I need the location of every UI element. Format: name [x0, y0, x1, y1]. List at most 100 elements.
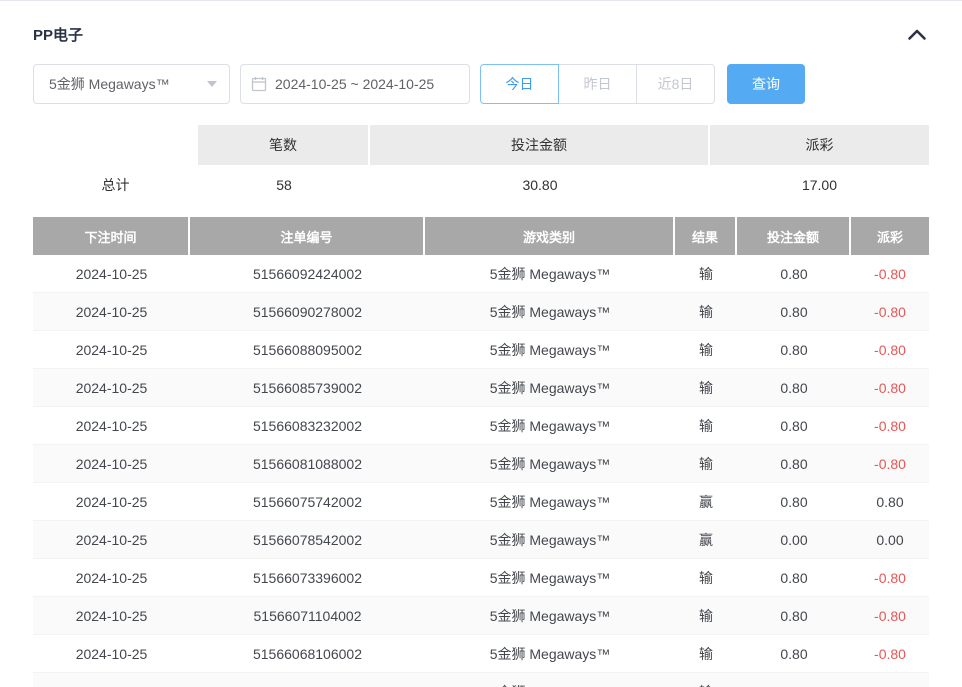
panel-header: PP电子: [33, 21, 929, 47]
search-button[interactable]: 查询: [727, 64, 805, 104]
column-header-bet-time: 下注时间: [33, 217, 190, 255]
cell-game-type: 5金狮 Megaways™: [425, 293, 675, 331]
cell-bet-amount: 0.80: [737, 597, 851, 635]
cell-game-type: 5金狮 Megaways™: [425, 369, 675, 407]
summary-header-bet-amount: 投注金额: [370, 125, 710, 165]
cell-game-type: 5金狮 Megaways™: [425, 673, 675, 687]
cell-payout: -0.80: [851, 407, 929, 445]
table-row: 2024-10-25515660757420025金狮 Megaways™赢0.…: [33, 483, 929, 521]
cell-result: 输: [675, 255, 737, 293]
column-header-bet-amount: 投注金额: [737, 217, 851, 255]
cell-bet-time: 2024-10-25: [33, 635, 190, 673]
cell-bet-time: 2024-10-25: [33, 559, 190, 597]
summary-total-payout: 17.00: [710, 165, 929, 205]
records-table: 下注时间 注单编号 游戏类别 结果 投注金额 派彩 2024-10-255156…: [33, 217, 929, 687]
cell-order-id: 51566090278002: [190, 293, 425, 331]
cell-result: 输: [675, 635, 737, 673]
summary-header-blank: [33, 125, 198, 165]
cell-bet-amount: 0.80: [737, 293, 851, 331]
cell-bet-amount: 0.80: [737, 331, 851, 369]
cell-game-type: 5金狮 Megaways™: [425, 559, 675, 597]
cell-result: 输: [675, 673, 737, 687]
cell-bet-amount: 0.00: [737, 521, 851, 559]
cell-order-id: 51566092424002: [190, 255, 425, 293]
table-row: 2024-10-25515660681060025金狮 Megaways™输0.…: [33, 635, 929, 673]
cell-game-type: 5金狮 Megaways™: [425, 597, 675, 635]
cell-bet-time: 2024-10-25: [33, 445, 190, 483]
table-row: 2024-10-25515660880950025金狮 Megaways™输0.…: [33, 331, 929, 369]
cell-result: 输: [675, 369, 737, 407]
cell-bet-amount: 0.80: [737, 445, 851, 483]
date-range-value: 2024-10-25 ~ 2024-10-25: [275, 76, 434, 92]
cell-payout: -0.80: [851, 369, 929, 407]
cell-result: 输: [675, 445, 737, 483]
table-row: 2024-10-25515660857390025金狮 Megaways™输0.…: [33, 369, 929, 407]
table-row: 2024-10-25515660924240025金狮 Megaways™输0.…: [33, 255, 929, 293]
table-row: 2024-10-25515660832320025金狮 Megaways™输0.…: [33, 407, 929, 445]
calendar-icon: [251, 76, 267, 92]
cell-payout: -0.80: [851, 255, 929, 293]
cell-bet-time: 2024-10-25: [33, 293, 190, 331]
cell-bet-amount: 0.80: [737, 407, 851, 445]
cell-result: 输: [675, 559, 737, 597]
chevron-up-icon[interactable]: [905, 22, 929, 46]
filter-bar: 5金狮 Megaways™ 2024-10-25 ~ 2024-10-25 今日…: [33, 64, 929, 104]
caret-down-icon: [207, 81, 217, 87]
cell-bet-time: 2024-10-25: [33, 673, 190, 687]
cell-result: 输: [675, 331, 737, 369]
cell-order-id: 51566081088002: [190, 445, 425, 483]
game-select-value: 5金狮 Megaways™: [49, 74, 170, 94]
cell-game-type: 5金狮 Megaways™: [425, 331, 675, 369]
cell-order-id: 51566075742002: [190, 483, 425, 521]
cell-order-id: 51566083232002: [190, 407, 425, 445]
quick-date-button-group: 今日 昨日 近8日: [480, 64, 715, 104]
column-header-game-type: 游戏类别: [425, 217, 675, 255]
summary-total-count: 58: [198, 165, 370, 205]
cell-game-type: 5金狮 Megaways™: [425, 407, 675, 445]
cell-order-id: 51566073396002: [190, 559, 425, 597]
cell-bet-time: 2024-10-25: [33, 369, 190, 407]
cell-payout: -0.80: [851, 559, 929, 597]
cell-order-id: 51566088095002: [190, 331, 425, 369]
cell-game-type: 5金狮 Megaways™: [425, 483, 675, 521]
cell-bet-time: 2024-10-25: [33, 407, 190, 445]
cell-payout: -0.80: [851, 445, 929, 483]
panel-title: PP电子: [33, 24, 83, 45]
cell-bet-amount: 0.80: [737, 369, 851, 407]
column-header-payout: 派彩: [851, 217, 929, 255]
cell-bet-time: 2024-10-25: [33, 521, 190, 559]
cell-bet-time: 2024-10-25: [33, 483, 190, 521]
cell-payout: -0.80: [851, 597, 929, 635]
summary-table: 笔数 投注金额 派彩 总计 58 30.80 17.00: [33, 125, 929, 205]
summary-header-count: 笔数: [198, 125, 370, 165]
summary-header-row: 笔数 投注金额 派彩: [33, 125, 929, 165]
cell-order-id: 51566065938002: [190, 673, 425, 687]
cell-game-type: 5金狮 Megaways™: [425, 635, 675, 673]
game-select[interactable]: 5金狮 Megaways™: [33, 64, 230, 104]
cell-bet-time: 2024-10-25: [33, 331, 190, 369]
quick-button-last-8-days[interactable]: 近8日: [636, 64, 715, 104]
cell-order-id: 51566071104002: [190, 597, 425, 635]
table-row: 2024-10-25515660711040025金狮 Megaways™输0.…: [33, 597, 929, 635]
cell-game-type: 5金狮 Megaways™: [425, 521, 675, 559]
cell-payout: -0.80: [851, 331, 929, 369]
records-table-header: 下注时间 注单编号 游戏类别 结果 投注金额 派彩: [33, 217, 929, 255]
cell-payout: -0.80: [851, 635, 929, 673]
cell-bet-amount: 0.80: [737, 559, 851, 597]
cell-order-id: 51566068106002: [190, 635, 425, 673]
cell-payout: -0.80: [851, 673, 929, 687]
quick-button-today[interactable]: 今日: [480, 64, 559, 104]
date-range-input[interactable]: 2024-10-25 ~ 2024-10-25: [240, 64, 470, 104]
cell-bet-time: 2024-10-25: [33, 255, 190, 293]
table-row: 2024-10-25515660902780025金狮 Megaways™输0.…: [33, 293, 929, 331]
cell-payout: -0.80: [851, 293, 929, 331]
pp-records-panel: PP电子 5金狮 Megaways™ 2024-10-25 ~ 2024-10-…: [0, 0, 962, 687]
cell-result: 输: [675, 407, 737, 445]
cell-payout: 0.00: [851, 521, 929, 559]
records-table-body: 2024-10-25515660924240025金狮 Megaways™输0.…: [33, 255, 929, 687]
column-header-result: 结果: [675, 217, 737, 255]
cell-result: 输: [675, 597, 737, 635]
quick-button-yesterday[interactable]: 昨日: [558, 64, 637, 104]
cell-bet-amount: 0.80: [737, 635, 851, 673]
table-row: 2024-10-25515660810880025金狮 Megaways™输0.…: [33, 445, 929, 483]
